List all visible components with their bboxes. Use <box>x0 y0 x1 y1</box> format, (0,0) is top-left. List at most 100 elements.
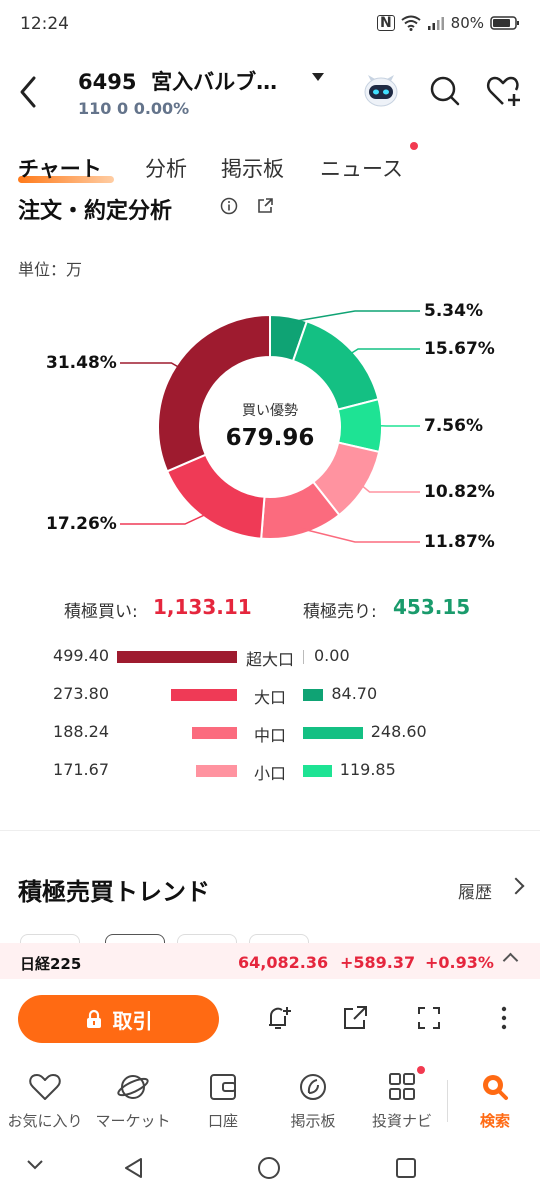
fullscreen-button[interactable] <box>414 1003 444 1033</box>
wifi-icon <box>401 15 421 31</box>
history-link[interactable]: 履歴 <box>458 878 492 903</box>
pct-label-sell-large: 15.67% <box>424 339 495 359</box>
back-button[interactable] <box>14 72 44 112</box>
stock-price: 110 <box>78 99 112 118</box>
row-buy-value: 273.80 <box>53 684 109 703</box>
nav-account[interactable]: 口座 <box>178 1072 268 1131</box>
nav-board[interactable]: 掲示板 <box>268 1072 358 1131</box>
index-value: 64,082.36 <box>238 953 329 972</box>
stock-code: 6495 <box>78 70 137 94</box>
battery-percent: 80% <box>450 14 484 32</box>
stock-title[interactable]: 6495 宮入バルブ… <box>78 66 277 96</box>
nav-label: 投資ナビ <box>371 1112 432 1130</box>
row-sell-bar <box>303 650 304 664</box>
leader-line-buy-large <box>120 512 209 525</box>
system-recents-icon[interactable] <box>394 1156 418 1180</box>
nav-label: お気に入り <box>7 1112 83 1130</box>
nav-market[interactable]: マーケット <box>88 1072 178 1131</box>
bell-plus-icon <box>269 1007 291 1029</box>
search-icon <box>483 1075 508 1100</box>
system-home-icon[interactable] <box>257 1156 281 1180</box>
info-icon <box>220 197 238 215</box>
grid-icon <box>389 1073 415 1100</box>
row-size-label: 中口 <box>253 726 286 745</box>
pct-label-buy-super-large: 31.48% <box>46 353 117 373</box>
alert-button[interactable] <box>264 1003 294 1033</box>
lock-icon <box>86 1009 101 1028</box>
more-button[interactable] <box>489 1003 519 1033</box>
row-size-label: 超大口 <box>245 650 294 669</box>
row-buy-bar <box>191 727 237 739</box>
leader-line-buy-medium <box>300 527 420 543</box>
stock-change-pct: 0.00% <box>133 99 190 118</box>
row-sell-value: 248.60 <box>370 722 427 741</box>
wallet-icon <box>210 1074 236 1100</box>
nav-label: 掲示板 <box>290 1112 336 1130</box>
trade-button[interactable]: 取引 <box>18 995 219 1043</box>
row-sell-value: 0.00 <box>314 646 350 665</box>
total-sell-label: 積極売り: <box>303 602 377 622</box>
nav-label: 口座 <box>207 1112 238 1130</box>
invest-navi-badge <box>417 1066 425 1074</box>
tab-chart[interactable]: チャート <box>18 153 102 183</box>
heart-plus-icon <box>486 76 520 106</box>
nav-search[interactable]: 検索 <box>450 1072 540 1131</box>
row-sell-bar <box>303 727 363 739</box>
pct-label-buy-large: 17.26% <box>46 514 117 534</box>
stock-change: 0 <box>116 99 129 118</box>
nav-favorites[interactable]: お気に入り <box>0 1072 90 1131</box>
news-badge <box>410 142 418 150</box>
nav-invest-navi[interactable]: 投資ナビ <box>357 1072 447 1131</box>
stock-dropdown-icon[interactable] <box>312 73 324 81</box>
share-icon <box>258 198 273 213</box>
index-change: +589.37 <box>340 953 416 972</box>
tab-news[interactable]: ニュース <box>320 153 403 183</box>
ai-assistant-icon[interactable] <box>362 72 400 110</box>
pct-label-buy-small: 10.82% <box>424 482 495 502</box>
index-change-pct: +0.93% <box>425 953 494 972</box>
nav-separator <box>447 1080 448 1122</box>
row-buy-value: 499.40 <box>53 646 109 665</box>
total-buy-value: 1,133.11 <box>153 595 252 619</box>
tab-analysis[interactable]: 分析 <box>145 153 187 183</box>
leader-line-buy-small <box>359 483 420 493</box>
chevron-right-icon[interactable] <box>507 877 525 895</box>
unit-label: 単位：万 <box>18 260 83 279</box>
info-button[interactable] <box>220 197 238 219</box>
trade-label: 取引 <box>112 1008 153 1033</box>
total-buy-label: 積極買い: <box>64 602 138 622</box>
index-name: 日経225 <box>20 955 82 973</box>
stock-name: 宮入バルブ… <box>151 70 278 94</box>
row-buy-value: 188.24 <box>53 722 109 741</box>
section-title: 注文・約定分析 <box>18 199 173 224</box>
donut-center-label: 買い優勢 <box>242 403 298 419</box>
share-button[interactable] <box>340 1003 370 1033</box>
donut-slice-buy-large <box>165 453 266 540</box>
nfc-icon: N <box>376 15 395 31</box>
planet-icon <box>117 1075 149 1099</box>
pct-label-buy-medium: 11.87% <box>424 532 495 552</box>
board-icon <box>300 1074 326 1100</box>
row-size-label: 小口 <box>253 764 286 783</box>
nav-label: マーケット <box>95 1112 171 1130</box>
add-favorite-button[interactable] <box>486 74 520 108</box>
more-vertical-icon <box>501 1006 507 1030</box>
total-sell-value: 453.15 <box>393 595 471 619</box>
pct-label-sell-medium: 7.56% <box>424 416 483 436</box>
row-buy-bar <box>171 689 237 701</box>
share-section-button[interactable] <box>256 197 274 219</box>
system-nav-bar <box>0 1140 540 1200</box>
stock-quote: 110 0 0.00% <box>78 99 189 118</box>
signal-icon <box>427 17 444 30</box>
battery-icon <box>490 16 519 30</box>
collapse-icon[interactable] <box>26 1159 44 1171</box>
row-sell-value: 119.85 <box>339 760 396 779</box>
donut-slice-sell-large <box>291 319 380 411</box>
pct-label-sell-super-large: 5.34% <box>424 301 483 321</box>
fullscreen-icon <box>418 1007 440 1029</box>
search-button[interactable] <box>428 74 462 108</box>
status-bar: 12:24 N 80% <box>0 0 540 50</box>
donut-center-value: 679.96 <box>225 425 315 451</box>
system-back-icon[interactable] <box>122 1156 146 1180</box>
tab-board[interactable]: 掲示板 <box>221 153 284 183</box>
